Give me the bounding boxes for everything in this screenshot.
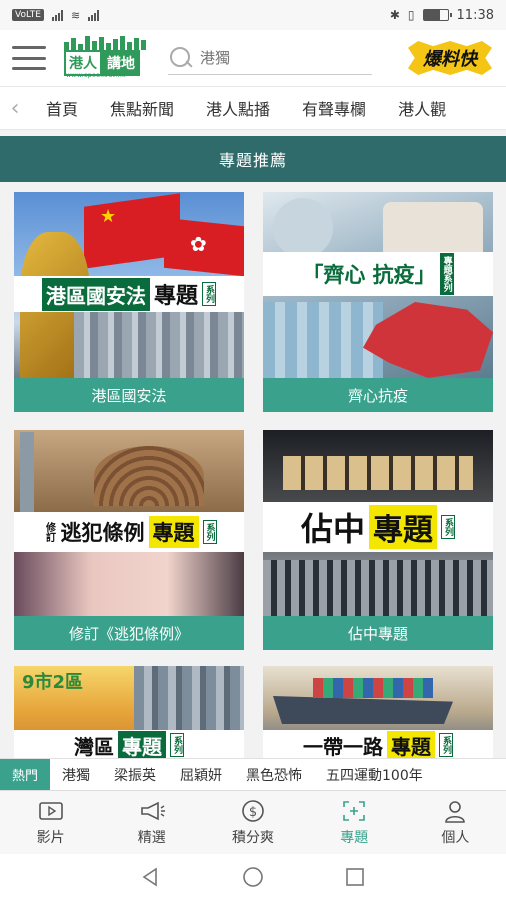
wifi-icon: ≋ [70, 8, 81, 22]
logo-url: www.speakout.hk [66, 72, 127, 79]
back-triangle-icon[interactable] [140, 866, 162, 888]
card-series-tag: 系列 [202, 520, 217, 544]
nav-label: 影片 [36, 829, 65, 846]
card-series-tag: 專題系列 [439, 253, 454, 295]
hot-label: 熱門 [0, 759, 51, 790]
video-icon [38, 801, 63, 820]
app-header: 港人 講地 www.speakout.hk 爆料快 [0, 30, 506, 86]
card-banner-suffix: 專題 [369, 505, 437, 549]
hot-tag[interactable]: 黑色恐怖 [234, 765, 314, 785]
status-bar: VoLTE ≋ ✱ ▯ 11:38 [0, 0, 506, 30]
tab-on-demand[interactable]: 港人點播 [190, 96, 286, 120]
recents-square-icon[interactable] [344, 866, 366, 888]
topic-image: ★ ✿ 港區國安法 專題 系列 [14, 192, 244, 378]
volte-indicator: VoLTE [12, 9, 44, 21]
topic-frame-icon [343, 800, 366, 821]
news-tip-label: 爆料快 [423, 49, 477, 70]
nav-video[interactable]: 影片 [0, 791, 101, 854]
person-icon [445, 800, 466, 823]
nav-label: 個人 [441, 829, 470, 846]
dollar-coin-icon: $ [242, 799, 264, 822]
card-series-tag: 系列 [439, 733, 453, 757]
card-banner-title: 逃犯條例 [60, 521, 145, 545]
hot-tag[interactable]: 港獨 [50, 765, 102, 785]
topic-image: 一帶一路 專題 系列 [263, 666, 493, 758]
clock: 11:38 [456, 7, 494, 23]
card-banner-title: 一帶一路 [303, 734, 383, 759]
nav-label: 積分爽 [232, 829, 274, 846]
nav-featured[interactable]: 精選 [101, 791, 202, 854]
topic-image: 「齊心 抗疫」 專題系列 [263, 192, 493, 378]
hot-tag[interactable]: 五四運動100年 [314, 765, 435, 785]
news-tip-button[interactable]: 爆料快 [406, 39, 494, 77]
system-navigation [0, 854, 506, 900]
nav-label: 精選 [137, 829, 166, 846]
topic-card-national-security[interactable]: ★ ✿ 港區國安法 專題 系列 港區國安法 [14, 192, 244, 412]
bluetooth-icon: ✱ [389, 8, 400, 22]
card-banner-suffix: 專題 [148, 516, 199, 548]
card-banner-prefix: 修訂 [43, 522, 55, 542]
tab-audio-column[interactable]: 有聲專欄 [286, 96, 382, 120]
hot-tag[interactable]: 屈穎妍 [168, 765, 234, 785]
tab-focus-news[interactable]: 焦點新聞 [94, 96, 190, 120]
card-caption[interactable]: 修訂《逃犯條例》 [14, 616, 244, 650]
chevron-left-icon[interactable]: ‹ [0, 96, 30, 121]
category-tabs: ‹ 首頁 焦點新聞 港人點播 有聲專欄 港人觀 [0, 86, 506, 130]
signal-icon [51, 9, 63, 21]
app-logo[interactable]: 港人 講地 www.speakout.hk [64, 36, 152, 80]
topic-card-belt-and-road[interactable]: 一帶一路 專題 系列 [263, 666, 493, 758]
card-banner-suffix: 專題 [153, 284, 198, 309]
card-series-tag: 系列 [441, 515, 455, 539]
topic-card-extradition-bill[interactable]: 修訂 逃犯條例 專題 系列 修訂《逃犯條例》 [14, 430, 244, 650]
card-series-tag: 系列 [170, 733, 184, 757]
svg-text:$: $ [249, 805, 257, 820]
card-banner-title: 港區國安法 [41, 277, 150, 311]
nav-points[interactable]: $ 積分爽 [202, 791, 303, 854]
card-banner-title: 「齊心 抗疫」 [302, 263, 436, 287]
section-title: 專題推薦 [0, 136, 506, 182]
card-caption[interactable]: 港區國安法 [14, 378, 244, 412]
card-overlay-text: 9市2區 [22, 672, 84, 693]
vibrate-icon: ▯ [407, 8, 415, 22]
nav-profile[interactable]: 個人 [405, 791, 506, 854]
signal-icon-2 [88, 9, 100, 21]
nav-topics[interactable]: 專題 [304, 791, 405, 854]
topic-image: 9市2區 灣區 專題 系列 [14, 666, 244, 758]
hot-tag[interactable]: 梁振英 [102, 765, 168, 785]
search-icon[interactable] [168, 44, 196, 72]
home-circle-icon[interactable] [242, 866, 264, 888]
card-banner-suffix: 專題 [118, 730, 166, 758]
topic-image: 佔中 專題 系列 [263, 430, 493, 616]
nav-label: 專題 [340, 829, 369, 846]
card-caption[interactable]: 佔中專題 [263, 616, 493, 650]
topic-card-occupy-central[interactable]: 佔中 專題 系列 佔中專題 [263, 430, 493, 650]
battery-icon [422, 9, 452, 21]
card-banner-title: 佔中 [300, 510, 365, 548]
hot-tags-bar: 熱門 港獨 梁振英 屈穎妍 黑色恐怖 五四運動100年 [0, 758, 506, 790]
megaphone-icon [140, 801, 165, 820]
tab-home[interactable]: 首頁 [30, 96, 94, 120]
card-series-tag: 系列 [202, 282, 216, 306]
topic-image: 修訂 逃犯條例 專題 系列 [14, 430, 244, 616]
search-box[interactable] [168, 41, 372, 75]
logo-skyline [64, 36, 152, 50]
search-input[interactable] [200, 48, 360, 67]
bottom-navigation: 影片 精選 $ 積分爽 專題 個人 [0, 790, 506, 854]
tab-opinion[interactable]: 港人觀 [382, 96, 462, 120]
card-banner-suffix: 專題 [387, 730, 435, 758]
menu-icon[interactable] [12, 46, 46, 70]
topic-card-fight-epidemic[interactable]: 「齊心 抗疫」 專題系列 齊心抗疫 [263, 192, 493, 412]
topic-card-greater-bay-area[interactable]: 9市2區 灣區 專題 系列 [14, 666, 244, 758]
card-banner-title: 灣區 [74, 734, 114, 759]
card-caption[interactable]: 齊心抗疫 [263, 378, 493, 412]
